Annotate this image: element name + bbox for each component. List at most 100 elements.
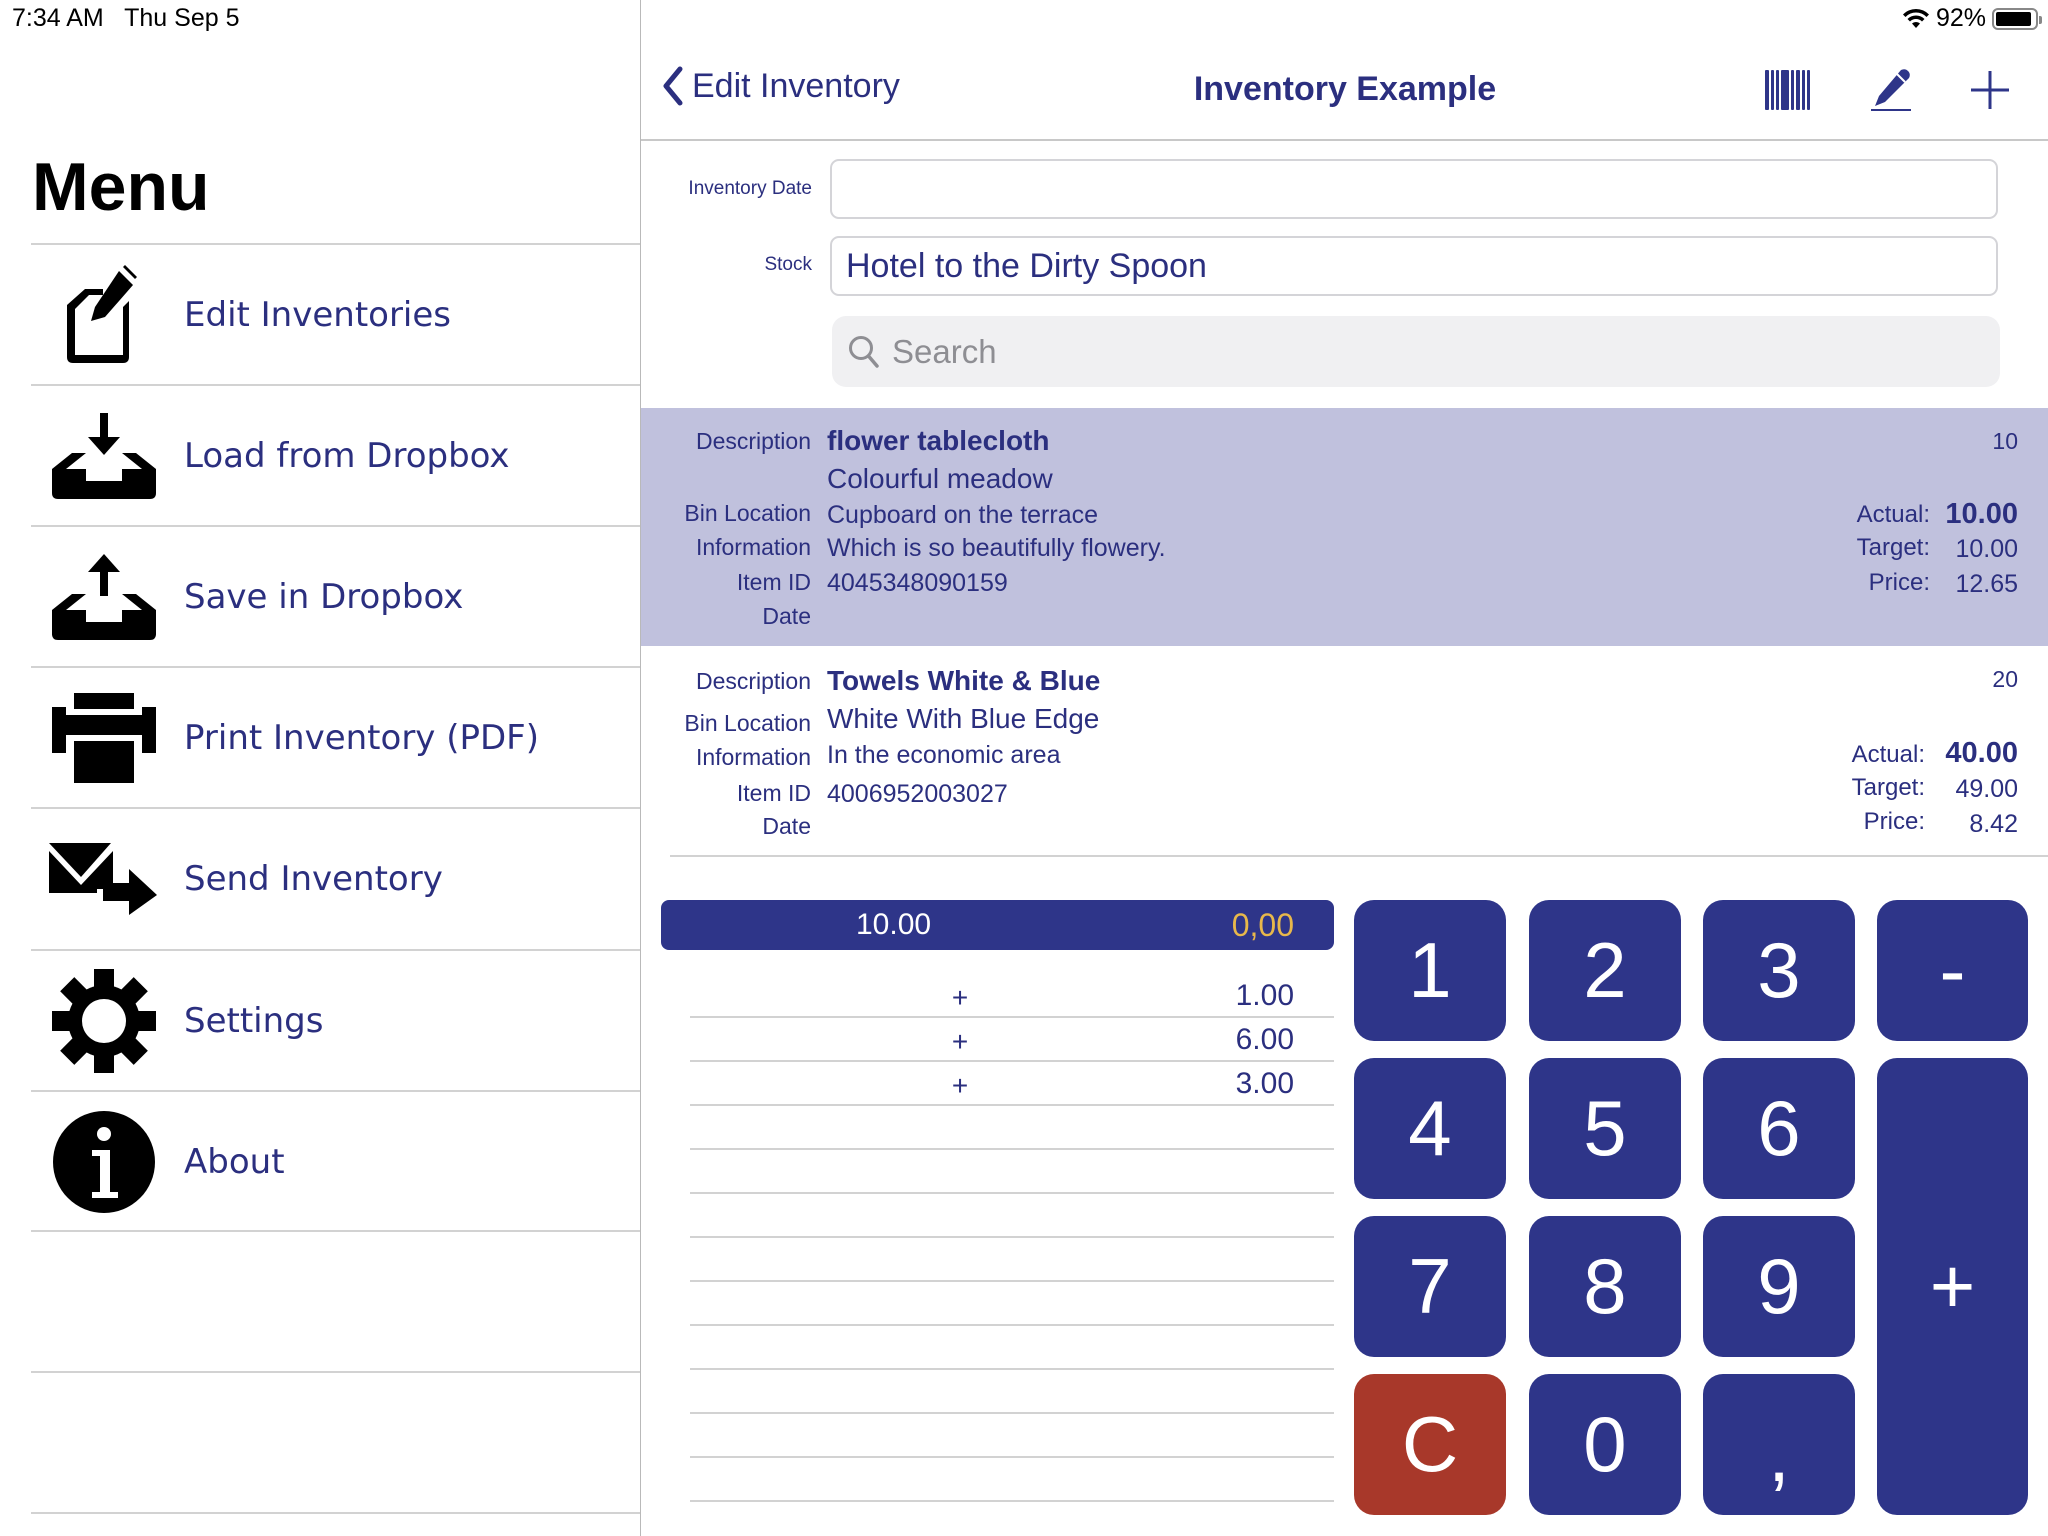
item-id-label: Item ID <box>736 569 811 595</box>
inventory-date-label: Inventory Date <box>688 178 812 199</box>
menu-item-label: Print Inventory (PDF) <box>184 717 539 758</box>
information-label: Information <box>695 744 811 770</box>
menu-item-save-in-dropbox[interactable]: Save in Dropbox <box>31 527 640 666</box>
tape-operator: + <box>951 1070 969 1101</box>
menu-item-edit-inventories[interactable]: Edit Inventories <box>31 245 640 384</box>
tape-value: 3.00 <box>1235 1067 1294 1100</box>
actual-label: Actual: <box>1856 501 1930 528</box>
gear-icon <box>49 966 159 1076</box>
status-date: Thu Sep 5 <box>124 4 240 32</box>
back-label: Edit Inventory <box>692 66 900 105</box>
page-title: Inventory Example <box>1193 70 1497 108</box>
menu-item-label: Settings <box>184 1000 324 1041</box>
tape-value: 6.00 <box>1235 1023 1294 1056</box>
date-label: Date <box>762 603 811 629</box>
key-6[interactable]: 6 <box>1703 1058 1855 1199</box>
price-label: Price: <box>1868 569 1930 596</box>
menu-item-label: Edit Inventories <box>184 294 452 335</box>
target-label: Target: <box>1856 534 1930 561</box>
item-id-value: 4006952003027 <box>827 780 1008 808</box>
tape-line <box>690 1324 1334 1326</box>
key-comma[interactable]: , <box>1703 1374 1855 1515</box>
key-5[interactable]: 5 <box>1529 1058 1681 1199</box>
key-4[interactable]: 4 <box>1354 1058 1506 1199</box>
edit-document-icon <box>49 260 159 370</box>
menu-separator <box>31 1512 640 1514</box>
stock-label: Stock <box>764 254 812 275</box>
menu-item-load-from-dropbox[interactable]: Load from Dropbox <box>31 386 640 525</box>
key-0[interactable]: 0 <box>1529 1374 1681 1515</box>
upload-tray-icon <box>49 542 159 652</box>
menu-item-send-inventory[interactable]: Send Inventory <box>31 809 640 948</box>
actual-value: 10.00 <box>1945 498 2018 530</box>
actual-value: 40.00 <box>1945 737 2018 769</box>
key-7[interactable]: 7 <box>1354 1216 1506 1357</box>
tape-line <box>690 1412 1334 1414</box>
key-clear[interactable]: C <box>1354 1374 1506 1515</box>
menu-item-print-inventory[interactable]: Print Inventory (PDF) <box>31 668 640 807</box>
edit-button[interactable] <box>1864 64 1916 116</box>
search-input[interactable]: Search <box>832 316 2000 387</box>
search-placeholder: Search <box>892 332 997 370</box>
key-minus[interactable]: - <box>1877 900 2028 1041</box>
inventory-date-field[interactable] <box>830 159 1998 219</box>
tape-line <box>690 1104 1334 1106</box>
key-9[interactable]: 9 <box>1703 1216 1855 1357</box>
search-icon <box>849 335 879 368</box>
tape-line <box>690 1368 1334 1370</box>
menu-separator <box>31 1230 640 1232</box>
menu-separator <box>31 1371 640 1373</box>
stock-field[interactable]: Hotel to the Dirty Spoon <box>830 236 1998 296</box>
item-bin-location: Cupboard on the terrace <box>827 501 1099 529</box>
tape-line <box>690 1192 1334 1194</box>
tape-line <box>690 1280 1334 1282</box>
menu-item-label: Send Inventory <box>184 858 443 899</box>
key-1[interactable]: 1 <box>1354 900 1506 1041</box>
menu-item-settings[interactable]: Settings <box>31 951 640 1090</box>
item-quantity: 10 <box>1992 428 2018 454</box>
pencil-icon <box>1871 69 1911 111</box>
wifi-icon <box>1902 8 1929 28</box>
info-icon <box>49 1107 159 1217</box>
key-3[interactable]: 3 <box>1703 900 1855 1041</box>
barcode-scan-button[interactable] <box>1762 64 1814 116</box>
calculator-total: 10.00 <box>856 908 932 941</box>
target-value: 49.00 <box>1955 775 2018 803</box>
tape-line <box>690 1016 1334 1018</box>
tape-line <box>690 1060 1334 1062</box>
key-plus[interactable]: + <box>1877 1058 2028 1515</box>
chevron-left-icon <box>663 66 683 106</box>
nav-bar-separator <box>641 139 2048 141</box>
bin-location-label: Bin Location <box>684 500 811 526</box>
target-label: Target: <box>1851 774 1925 801</box>
item-information: Which is so beautifully flowery. <box>827 534 1166 562</box>
information-label: Information <box>695 534 811 560</box>
item-quantity: 20 <box>1992 666 2018 692</box>
calculator-input: 0,00 <box>1231 907 1294 943</box>
key-2[interactable]: 2 <box>1529 900 1681 1041</box>
status-bar-left: 7:34 AM Thu Sep 5 <box>12 4 239 33</box>
item-information: In the economic area <box>827 741 1061 769</box>
inventory-item-row[interactable]: Description flower tablecloth Colourful … <box>641 408 2048 646</box>
description-label: Description <box>695 668 811 694</box>
key-8[interactable]: 8 <box>1529 1216 1681 1357</box>
battery-percent: 92% <box>1935 4 1986 32</box>
actual-label: Actual: <box>1851 741 1925 768</box>
menu-item-about[interactable]: About <box>31 1092 640 1231</box>
description-label: Description <box>695 428 811 454</box>
menu-item-label: About <box>184 1141 285 1182</box>
status-bar-right: 92% <box>1902 4 2042 33</box>
back-button[interactable]: Edit Inventory <box>662 66 900 106</box>
tape-value: 1.00 <box>1235 979 1294 1012</box>
add-button[interactable] <box>1964 64 2016 116</box>
menu-item-label: Load from Dropbox <box>184 435 510 476</box>
battery-icon <box>1992 7 2042 30</box>
item-bin-location: White With Blue Edge <box>827 703 1100 734</box>
price-label: Price: <box>1863 808 1925 835</box>
inventory-item-row[interactable]: Description Towels White & Blue Bin Loca… <box>641 648 2048 854</box>
printer-icon <box>49 683 159 793</box>
item-description: flower tablecloth <box>827 425 1050 456</box>
download-tray-icon <box>49 401 159 511</box>
calculator-display: 10.00 0,00 <box>661 900 1334 950</box>
menu-title: Menu <box>32 149 210 225</box>
